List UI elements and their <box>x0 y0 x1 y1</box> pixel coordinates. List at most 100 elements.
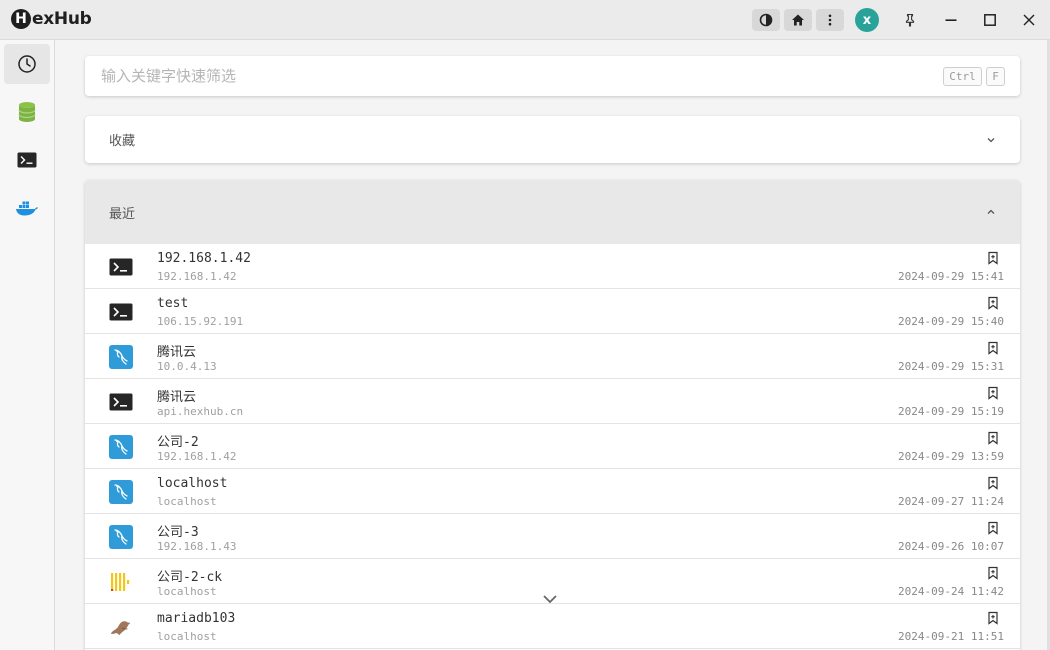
close-window-button[interactable] <box>1017 8 1041 32</box>
connection-name: 公司-2 <box>157 435 199 450</box>
scroll-down-indicator[interactable] <box>540 591 560 607</box>
bookmark-icon[interactable] <box>986 296 1000 310</box>
recent-item-4[interactable]: 腾讯云 api.hexhub.cn 2024-09-29 15:19 <box>85 379 1020 424</box>
minimize-icon <box>945 19 957 21</box>
database-icon <box>18 102 36 122</box>
mysql-icon <box>109 525 133 549</box>
more-button[interactable] <box>816 9 844 31</box>
last-connected-time: 2024-09-29 15:19 <box>898 405 1004 418</box>
search-bar: Ctrl F <box>85 56 1020 96</box>
connection-type <box>109 480 133 504</box>
recent-item-3[interactable]: 腾讯云 10.0.4.13 2024-09-29 15:31 <box>85 334 1020 379</box>
clickhouse-icon <box>111 573 130 591</box>
connection-host: localhost <box>157 585 217 598</box>
title-bar: H exHub x <box>0 0 1050 40</box>
logo-mark: H <box>11 9 31 29</box>
home-icon <box>792 14 804 26</box>
recent-list: 192.168.1.42 192.168.1.42 2024-09-29 15:41… <box>85 244 1020 649</box>
mysql-icon <box>109 480 133 504</box>
last-connected-time: 2024-09-29 15:41 <box>898 270 1004 283</box>
pin-icon <box>905 13 915 27</box>
bookmark-icon[interactable] <box>986 611 1000 625</box>
connection-host: localhost <box>157 630 217 643</box>
maximize-button[interactable] <box>978 8 1002 32</box>
avatar[interactable]: x <box>855 8 879 32</box>
pin-window-button[interactable] <box>898 8 922 32</box>
app-logo: H exHub <box>11 9 92 29</box>
connection-type <box>109 525 133 549</box>
connection-name: 腾讯云 <box>157 390 197 405</box>
last-connected-time: 2024-09-29 15:40 <box>898 315 1004 328</box>
recent-title: 最近 <box>109 205 136 221</box>
sidebar-item-database[interactable] <box>4 92 50 132</box>
mysql-icon <box>109 345 133 369</box>
sidebar-item-history[interactable] <box>4 44 50 84</box>
bookmark-icon[interactable] <box>986 386 1000 400</box>
recent-item-9[interactable]: mariadb103 localhost 2024-09-21 11:51 <box>85 604 1020 649</box>
minimize-button[interactable] <box>939 8 963 32</box>
mysql-icon <box>109 435 133 459</box>
theme-toggle-button[interactable] <box>752 9 780 31</box>
favorites-title: 收藏 <box>109 133 136 148</box>
mariadb-icon <box>110 621 131 636</box>
chevron-up-icon <box>987 209 995 214</box>
maximize-icon <box>984 14 996 26</box>
bookmark-icon[interactable] <box>986 251 1000 265</box>
chevron-down-icon <box>987 137 995 142</box>
sidebar-item-docker[interactable] <box>4 188 50 228</box>
last-connected-time: 2024-09-21 11:51 <box>898 630 1004 643</box>
recent-item-6[interactable]: localhost localhost 2024-09-27 11:24 <box>85 469 1020 514</box>
terminal-icon <box>109 393 133 411</box>
connection-name: 192.168.1.42 <box>157 251 251 266</box>
connection-type <box>109 345 133 369</box>
connection-type <box>109 255 133 279</box>
recent-item-5[interactable]: 公司-2 192.168.1.42 2024-09-29 13:59 <box>85 424 1020 469</box>
recent-collapse-toggle[interactable] <box>986 180 996 244</box>
connection-host: 192.168.1.43 <box>157 540 237 553</box>
favorites-section[interactable]: 收藏 <box>85 116 1020 163</box>
connection-type <box>109 390 133 414</box>
recent-section: 最近 192.168.1.42 192.168.1.42 2024-09-29 15… <box>85 180 1020 650</box>
recent-item-2[interactable]: test 106.15.92.191 2024-09-29 15:40 <box>85 289 1020 334</box>
close-icon <box>1023 14 1035 26</box>
terminal-icon <box>109 303 133 321</box>
connection-name: localhost <box>157 476 228 491</box>
connection-type <box>109 300 133 324</box>
home-button[interactable] <box>784 9 812 31</box>
docker-icon <box>16 201 38 216</box>
recent-item-1[interactable]: 192.168.1.42 192.168.1.42 2024-09-29 15:41 <box>85 244 1020 289</box>
history-icon <box>18 55 36 73</box>
connection-name: 公司-3 <box>157 525 199 540</box>
shortcut-key-f: F <box>986 67 1005 86</box>
shortcut-key-ctrl: Ctrl <box>943 67 982 86</box>
last-connected-time: 2024-09-27 11:24 <box>898 495 1004 508</box>
logo-text: exHub <box>32 9 92 29</box>
more-vert-icon <box>828 14 832 26</box>
connection-type <box>109 435 133 459</box>
connection-name: 公司-2-ck <box>157 570 223 585</box>
bookmark-icon[interactable] <box>986 521 1000 535</box>
last-connected-time: 2024-09-29 13:59 <box>898 450 1004 463</box>
connection-host: 192.168.1.42 <box>157 270 237 283</box>
bookmark-icon[interactable] <box>986 431 1000 445</box>
favorites-expand-toggle[interactable] <box>986 116 996 163</box>
sidebar <box>0 40 55 650</box>
bookmark-icon[interactable] <box>986 566 1000 580</box>
terminal-icon <box>17 152 37 168</box>
terminal-icon <box>109 258 133 276</box>
chevron-down-icon <box>543 595 557 604</box>
last-connected-time: 2024-09-24 11:42 <box>898 585 1004 598</box>
connection-host: 106.15.92.191 <box>157 315 244 328</box>
connection-name: 腾讯云 <box>157 345 197 360</box>
bookmark-icon[interactable] <box>986 341 1000 355</box>
sidebar-item-terminal[interactable] <box>4 140 50 180</box>
recent-item-7[interactable]: 公司-3 192.168.1.43 2024-09-26 10:07 <box>85 514 1020 559</box>
connection-name: mariadb103 <box>157 611 236 626</box>
connection-host: 192.168.1.42 <box>157 450 237 463</box>
search-input[interactable] <box>101 56 921 96</box>
recent-header[interactable]: 最近 <box>85 180 1020 244</box>
connection-host: localhost <box>157 495 217 508</box>
connection-host: api.hexhub.cn <box>157 405 244 418</box>
bookmark-icon[interactable] <box>986 476 1000 490</box>
theme-toggle-icon <box>759 13 773 27</box>
